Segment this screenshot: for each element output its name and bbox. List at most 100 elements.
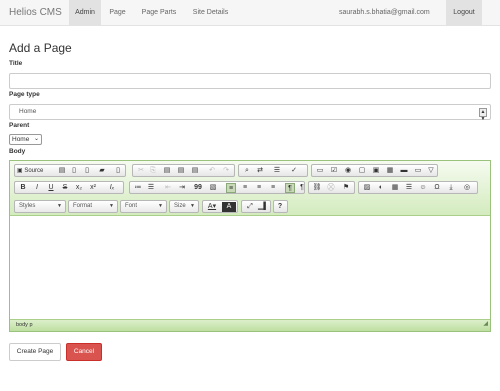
numbered-list-icon[interactable]: ≔ (133, 183, 143, 193)
parent-value: Home (12, 136, 30, 143)
align-right-icon[interactable]: ≡ (254, 183, 264, 193)
bold-icon[interactable]: B (18, 183, 28, 193)
bulleted-list-icon[interactable]: ☰ (146, 183, 156, 193)
editor-statusbar: body p ◢ (10, 319, 490, 331)
select-field-icon[interactable]: ▦ (385, 166, 395, 176)
text-color-icon[interactable]: A▾ (205, 202, 219, 212)
italic-icon[interactable]: I (32, 183, 42, 193)
smiley-icon[interactable]: ☺ (418, 183, 428, 193)
radio-icon[interactable]: ◉ (343, 166, 353, 176)
source-button[interactable]: ▣ Source (16, 166, 46, 176)
parent-select[interactable]: Home ⌄ (9, 134, 42, 145)
form-icon[interactable]: ▭ (315, 166, 325, 176)
save-icon[interactable]: ▤ (57, 166, 67, 176)
toolbar-group-colors: A▾ A (202, 200, 238, 213)
page-type-select[interactable]: Home ▲ ▼ (9, 104, 491, 122)
font-combo[interactable]: Font ▼ (120, 200, 167, 213)
body-label: Body (9, 148, 26, 155)
toolbar-group-basic-styles: B I U S x₂ x² Iₓ (14, 181, 124, 194)
table-icon[interactable]: ▦ (390, 183, 400, 193)
textfield-icon[interactable]: ▢ (357, 166, 367, 176)
cut-icon[interactable]: ✂ (136, 166, 146, 176)
select-all-icon[interactable]: ☰ (272, 166, 282, 176)
preview-icon[interactable]: ▯ (82, 166, 92, 176)
page-type-label: Page type (9, 91, 40, 98)
chevron-down-icon: ▼ (190, 203, 195, 209)
resize-handle-icon[interactable]: ◢ (483, 319, 488, 330)
checkbox-icon[interactable]: ☑ (329, 166, 339, 176)
rtl-icon[interactable]: ¶ (297, 183, 307, 193)
align-center-icon[interactable]: ≡ (240, 183, 250, 193)
toolbar-group-tools: ⤢ ▁▌ (241, 200, 271, 213)
find-icon[interactable]: ⌕ (242, 166, 252, 176)
select-arrow-icon[interactable]: ▲ ▼ (479, 108, 487, 122)
div-icon[interactable]: ▧ (208, 183, 218, 193)
maximize-icon[interactable]: ⤢ (245, 202, 255, 212)
nav-item-page-parts[interactable]: Page Parts (137, 0, 181, 26)
strike-icon[interactable]: S (60, 183, 70, 193)
rich-text-editor: ▣ Source ▤ ▯ ▯ ▰ ▯ ✂ ⎘ ▤ ▤ ▤ ↶ ↷ ⌕ ⇄ ☰ ✓… (9, 160, 491, 332)
paste-text-icon[interactable]: ▤ (176, 166, 186, 176)
source-label: Source (24, 168, 44, 174)
special-char-icon[interactable]: Ω (432, 183, 442, 193)
navbar: Helios CMS Admin Page Page Parts Site De… (0, 0, 500, 26)
page-type-value: Home (19, 108, 37, 115)
help-icon[interactable]: ? (275, 202, 285, 212)
link-icon[interactable]: ⛓ (312, 183, 322, 193)
title-input[interactable] (9, 73, 491, 89)
format-label: Format (73, 203, 93, 209)
outdent-icon[interactable]: ⇤ (163, 183, 173, 193)
logout-button[interactable]: Logout (446, 0, 482, 26)
spellcheck-icon[interactable]: ✓ (289, 166, 299, 176)
iframe-icon[interactable]: ◎ (462, 183, 472, 193)
nav-item-admin[interactable]: Admin (69, 0, 101, 26)
flash-icon[interactable]: ◐ (376, 183, 386, 193)
nav-item-site-details[interactable]: Site Details (188, 0, 233, 26)
size-combo[interactable]: Size ▼ (169, 200, 199, 213)
superscript-icon[interactable]: x² (88, 183, 98, 193)
page-break-icon[interactable]: ⤓ (446, 183, 456, 193)
toolbar-group-forms: ▭ ☑ ◉ ▢ ▣ ▦ ▬ ▭ ▽ (311, 164, 438, 177)
editor-content-area[interactable] (10, 217, 490, 319)
chevron-down-icon: ⌄ (33, 136, 39, 142)
create-page-button[interactable]: Create Page (9, 343, 61, 361)
element-path[interactable]: body p (16, 322, 33, 328)
align-left-icon[interactable]: ≡ (226, 183, 236, 193)
format-combo[interactable]: Format ▼ (68, 200, 118, 213)
hidden-field-icon[interactable]: ▽ (426, 166, 436, 176)
paste-word-icon[interactable]: ▤ (190, 166, 200, 176)
undo-icon[interactable]: ↶ (207, 166, 217, 176)
image-icon[interactable]: ▨ (362, 183, 372, 193)
horizontal-rule-icon[interactable]: ☰ (404, 183, 414, 193)
blockquote-icon[interactable]: 99 (193, 183, 203, 193)
parent-label: Parent (9, 122, 30, 129)
nav-item-page[interactable]: Page (104, 0, 131, 26)
templates-icon[interactable]: ▯ (113, 166, 123, 176)
print-icon[interactable]: ▰ (97, 166, 107, 176)
brand-logo[interactable]: Helios CMS (9, 7, 62, 18)
justify-icon[interactable]: ≡ (268, 183, 278, 193)
show-blocks-icon[interactable]: ▁▌ (258, 202, 268, 212)
ltr-icon[interactable]: ¶ (285, 183, 295, 193)
textarea-icon[interactable]: ▣ (371, 166, 381, 176)
indent-icon[interactable]: ⇥ (177, 183, 187, 193)
toolbar-group-insert: ▨ ◐ ▦ ☰ ☺ Ω ⤓ ◎ (358, 181, 478, 194)
subscript-icon[interactable]: x₂ (74, 183, 84, 193)
toolbar-group-about: ? (273, 200, 288, 213)
button-field-icon[interactable]: ▬ (399, 166, 409, 176)
user-email: saurabh.s.bhatia@gmail.com (339, 9, 430, 16)
copy-icon[interactable]: ⎘ (148, 166, 158, 176)
toolbar-group-paragraph: ≔ ☰ ⇤ ⇥ 99 ▧ ≡ ≡ ≡ ≡ ¶ ¶ (129, 181, 305, 194)
styles-combo[interactable]: Styles ▼ (14, 200, 66, 213)
underline-icon[interactable]: U (46, 183, 56, 193)
remove-format-icon[interactable]: Iₓ (107, 183, 117, 193)
background-color-icon[interactable]: A (222, 202, 236, 212)
replace-icon[interactable]: ⇄ (255, 166, 265, 176)
new-page-icon[interactable]: ▯ (69, 166, 79, 176)
unlink-icon[interactable]: ⛒ (326, 183, 336, 193)
image-button-icon[interactable]: ▭ (413, 166, 423, 176)
anchor-icon[interactable]: ⚑ (341, 183, 351, 193)
paste-icon[interactable]: ▤ (162, 166, 172, 176)
redo-icon[interactable]: ↷ (221, 166, 231, 176)
cancel-button[interactable]: Cancel (66, 343, 102, 361)
